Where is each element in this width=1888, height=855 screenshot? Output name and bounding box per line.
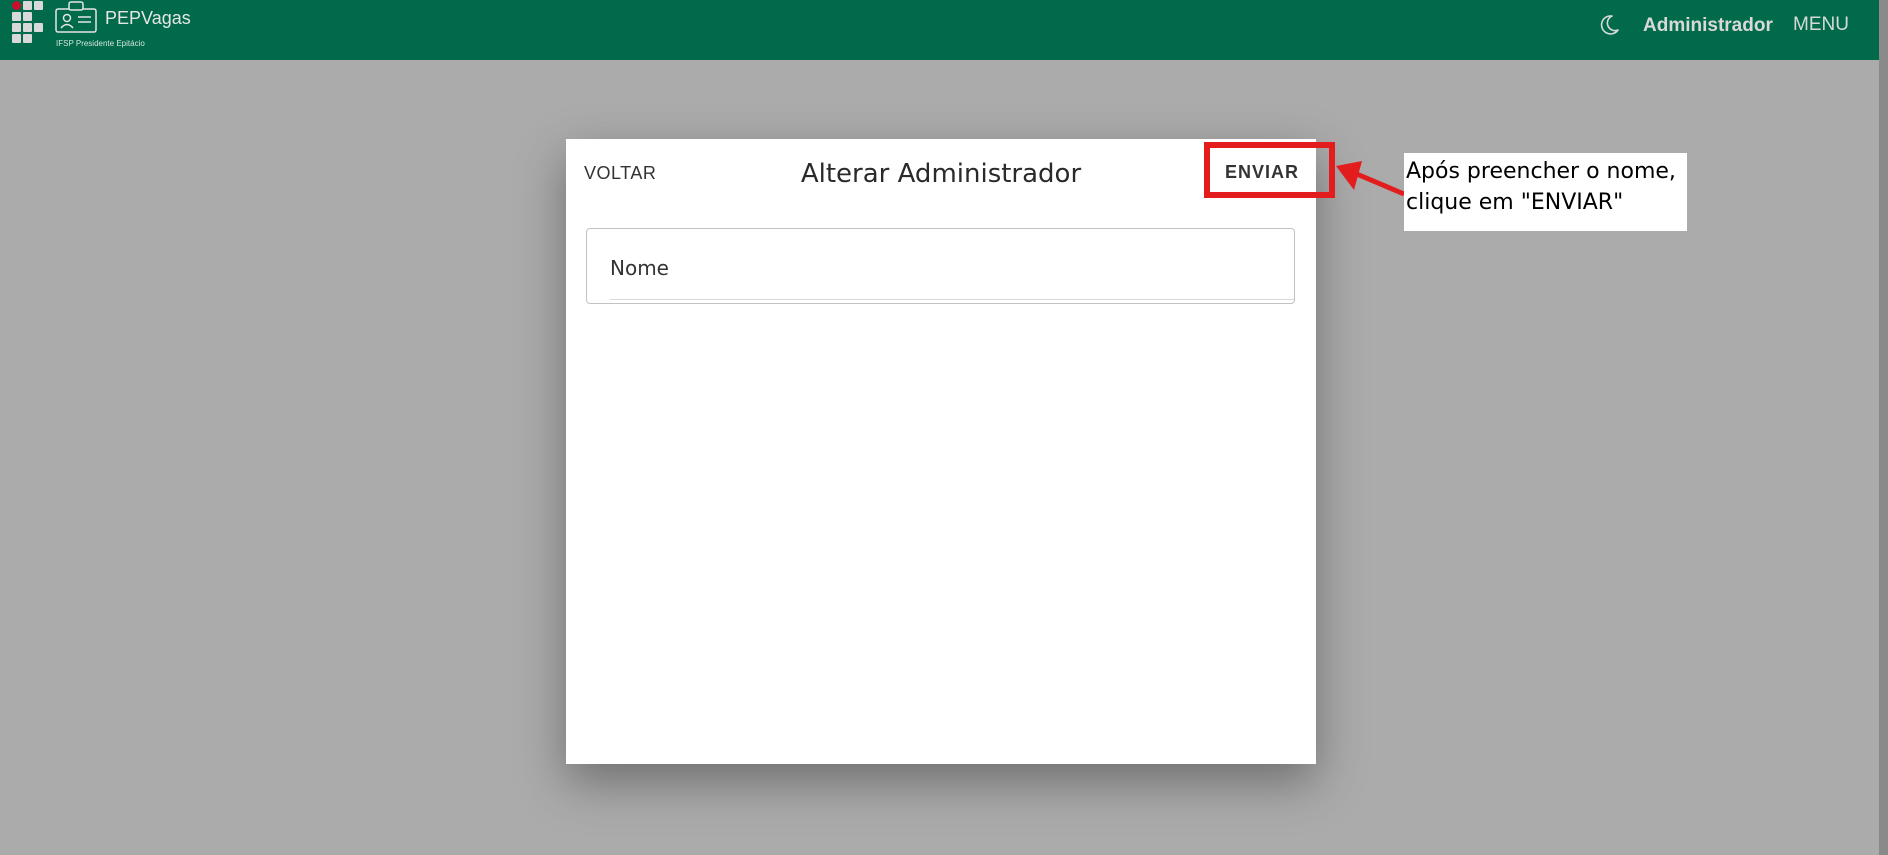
menu-button[interactable]: MENU <box>1793 14 1849 36</box>
ifsp-logo-icon[interactable] <box>10 0 46 50</box>
instruction-line-2: clique em "ENVIAR" <box>1406 190 1624 215</box>
app-subtitle: IFSP Presidente Epitácio <box>56 39 145 48</box>
instruction-callout: Após preencher o nome, clique em "ENVIAR… <box>1404 153 1687 231</box>
highlight-box <box>1204 142 1335 198</box>
name-field-label: Nome <box>610 256 669 280</box>
instruction-line-1: Após preencher o nome, <box>1406 159 1676 184</box>
top-app-bar: PEPVagas IFSP Presidente Epitácio Admini… <box>0 0 1879 60</box>
moon-icon[interactable] <box>1597 13 1621 37</box>
scrollbar[interactable] <box>1879 0 1888 855</box>
app-name[interactable]: PEPVagas <box>105 8 191 29</box>
arrow-icon <box>1336 161 1405 197</box>
edit-admin-dialog: VOLTAR Alterar Administrador ENVIAR Nome <box>566 139 1316 764</box>
id-card-icon[interactable] <box>55 1 97 33</box>
name-field-underline <box>610 299 1294 300</box>
user-menu-button[interactable]: Administrador <box>1643 15 1773 37</box>
name-field[interactable]: Nome <box>586 228 1295 304</box>
